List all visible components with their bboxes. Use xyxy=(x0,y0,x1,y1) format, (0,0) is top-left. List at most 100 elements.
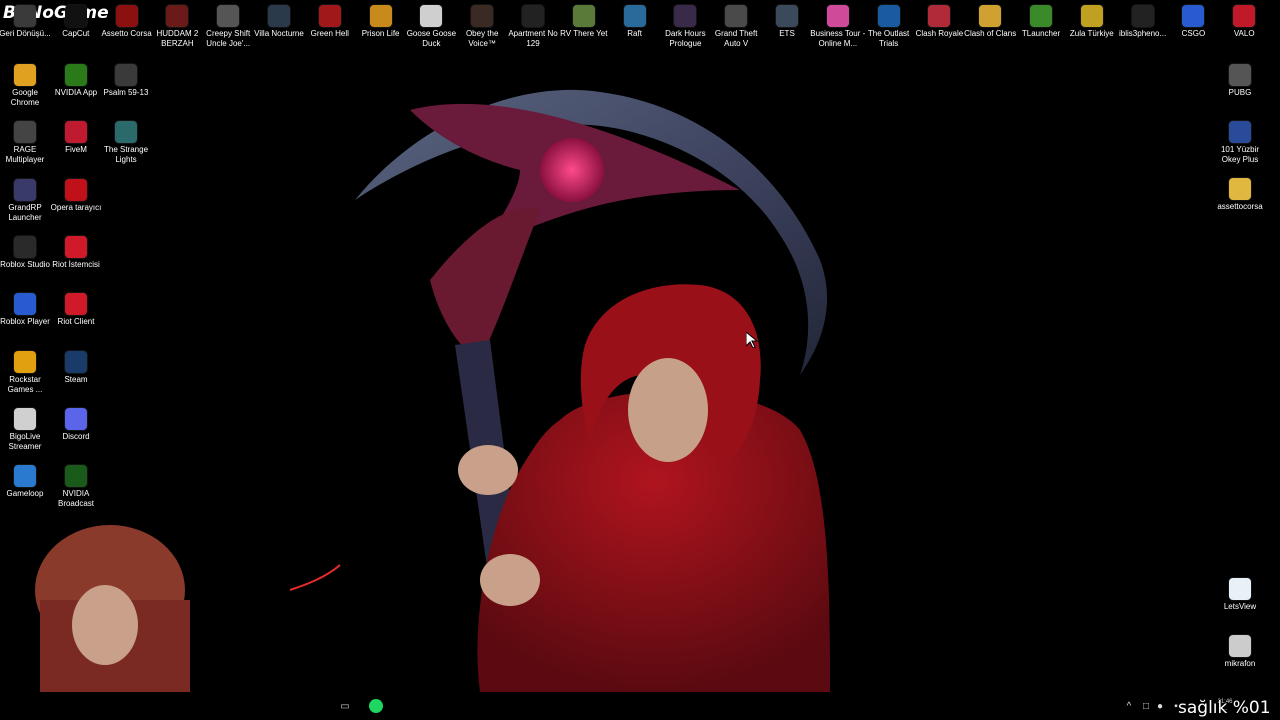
desktop-shortcut-label: Riot İstemcisi xyxy=(52,259,100,269)
opera-icon xyxy=(65,178,87,201)
desktop-shortcut[interactable]: Dark Hours Prologue xyxy=(659,5,711,49)
valorant-icon xyxy=(1233,5,1256,27)
desktop-shortcut-label: RAGE Multiplayer xyxy=(5,145,45,165)
desktop-shortcut[interactable]: PUBG xyxy=(1214,64,1266,98)
desktop-shortcut-label: Google Chrome xyxy=(10,88,40,107)
tray-chevron-up-icon[interactable]: ^ xyxy=(1123,697,1135,715)
desktop-shortcut[interactable]: Riot Client xyxy=(50,293,102,327)
nvidia-broadcast-icon xyxy=(65,465,87,488)
desktop-shortcut-label: Obey the Voice™ xyxy=(465,29,499,48)
desktop-shortcut-label: Goose Goose Duck xyxy=(406,29,457,48)
desktop-shortcut-label: Dark Hours Prologue xyxy=(665,29,706,48)
desktop-shortcut[interactable]: Roblox Studio xyxy=(0,235,51,270)
desktop-shortcut[interactable]: TLauncher xyxy=(1015,5,1067,39)
desktop-shortcut[interactable]: Business Tour - Online M... xyxy=(810,5,865,49)
desktop-shortcut-label: Raft xyxy=(627,29,642,38)
desktop-shortcut[interactable]: The Strange Lights xyxy=(100,121,152,165)
desktop-shortcut-label: NVIDIA App xyxy=(54,88,98,97)
desktop-shortcut[interactable]: CapCut xyxy=(50,5,102,39)
desktop-shortcut[interactable]: Raft xyxy=(609,5,661,39)
taskbar-app-terminal[interactable]: ▭ xyxy=(338,697,352,715)
folder-icon xyxy=(1229,178,1251,200)
grandrp-icon xyxy=(14,178,36,201)
desktop-shortcut[interactable]: Gameloop xyxy=(0,465,51,499)
taskbar-app-spotify[interactable] xyxy=(367,697,385,715)
desktop-shortcut[interactable]: Villa Nocturne xyxy=(253,5,305,39)
tlauncher-icon xyxy=(1030,5,1052,27)
desktop-shortcut-label: TLauncher xyxy=(1021,29,1061,38)
zula-icon xyxy=(1080,5,1103,27)
mouse-cursor-icon xyxy=(746,332,758,348)
bigolive-icon xyxy=(14,407,36,430)
tray-microphone-icon[interactable]: ● xyxy=(1155,697,1165,715)
fivem-icon xyxy=(65,121,87,144)
desktop-shortcut[interactable]: BigoLive Streamer xyxy=(0,407,51,452)
desktop-shortcut-label: NVIDIA Broadcast xyxy=(57,489,95,509)
desktop-shortcut[interactable]: Clash of Clans xyxy=(964,5,1016,39)
scythe-neck xyxy=(430,208,540,360)
desktop-shortcut[interactable]: FiveM xyxy=(50,121,102,155)
prison-life-icon xyxy=(369,5,392,27)
desktop-shortcut[interactable]: HUDDAM 2 BERZAH xyxy=(151,5,203,49)
person-face xyxy=(628,358,708,462)
desktop-shortcut-label: Rockstar Games ... xyxy=(7,374,43,394)
desktop-shortcut[interactable]: Psalm 59-13 xyxy=(100,64,152,98)
desktop-shortcut[interactable]: The Outlast Trials xyxy=(863,5,915,49)
riot-client-icon xyxy=(65,293,87,316)
huddam-icon xyxy=(166,5,189,27)
desktop-shortcut-label: CSGO xyxy=(1181,29,1206,38)
desktop-shortcut[interactable]: Prison Life xyxy=(355,5,407,39)
desktop-shortcut[interactable]: 101 Yüzbir Okey Plus xyxy=(1214,121,1266,165)
psalm-icon xyxy=(115,64,137,86)
desktop-shortcut-label: Discord xyxy=(62,431,90,441)
desktop-shortcut-label: Opera tarayıcı xyxy=(50,202,102,212)
desktop-shortcut-label: GrandRP Launcher xyxy=(8,202,42,222)
desktop-shortcut[interactable]: mikrafon xyxy=(1214,635,1266,669)
desktop-shortcut[interactable]: Creepy Shift Uncle Joe'... xyxy=(202,5,254,49)
desktop-wallpaper xyxy=(35,89,830,692)
desktop-shortcut[interactable]: RAGE Multiplayer xyxy=(0,121,51,165)
desktop-shortcut-label: Green Hell xyxy=(310,29,349,38)
desktop-shortcut[interactable]: Zula Türkiye xyxy=(1066,5,1118,39)
steam-icon xyxy=(65,350,87,373)
desktop-shortcut[interactable]: Rockstar Games ... xyxy=(0,350,51,395)
rockstar-icon xyxy=(14,350,36,373)
desktop-shortcut[interactable]: Discord xyxy=(50,407,102,442)
desktop-shortcut-label: mikrafon xyxy=(1224,659,1256,668)
desktop-shortcut[interactable]: Geri Dönüşü... xyxy=(0,5,51,39)
desktop-shortcut[interactable]: Riot İstemcisi xyxy=(50,235,102,270)
desktop-shortcut[interactable]: Google Chrome xyxy=(0,64,51,108)
desktop-shortcut[interactable]: CSGO xyxy=(1167,5,1219,39)
desktop-shortcut-label: LetsView xyxy=(1223,602,1257,611)
desktop-shortcut[interactable]: NVIDIA Broadcast xyxy=(50,465,102,509)
villa-nocturne-icon xyxy=(268,5,290,27)
desktop-shortcut[interactable]: Opera tarayıcı xyxy=(50,178,102,213)
desktop-shortcut[interactable]: LetsView xyxy=(1214,578,1266,612)
desktop-shortcut[interactable]: Apartment No 129 xyxy=(507,5,559,49)
csgo-icon xyxy=(1182,5,1205,27)
desktop-shortcut[interactable]: ETS xyxy=(761,5,813,39)
desktop-shortcut[interactable]: Green Hell xyxy=(304,5,356,39)
desktop-shortcut[interactable]: Grand Theft Auto V xyxy=(710,5,762,49)
desktop-shortcut[interactable]: Clash Royale xyxy=(913,5,965,39)
desktop-shortcut[interactable]: GrandRP Launcher xyxy=(0,178,51,223)
desktop-shortcut[interactable]: VALO xyxy=(1218,5,1270,39)
desktop-shortcut[interactable]: Obey the Voice™ xyxy=(456,5,508,49)
goose-duck-icon xyxy=(420,5,443,27)
desktop-shortcut-label: BigoLive Streamer xyxy=(8,431,42,451)
desktop-shortcut[interactable]: iblis3pheno... xyxy=(1117,5,1169,39)
desktop-shortcut[interactable]: Goose Goose Duck xyxy=(405,5,457,49)
desktop-shortcut[interactable]: Assetto Corsa xyxy=(101,5,153,39)
desktop-shortcut[interactable]: NVIDIA App xyxy=(50,64,102,98)
desktop-shortcut[interactable]: Steam xyxy=(50,350,102,385)
desktop-shortcut-label: PUBG xyxy=(1228,88,1252,97)
hand-upper xyxy=(458,445,518,495)
scythe-gem xyxy=(540,138,604,202)
tray-display-icon[interactable]: □ xyxy=(1140,697,1152,715)
desktop-shortcut[interactable]: Roblox Player xyxy=(0,293,51,327)
desktop-shortcut[interactable]: assettocorsa xyxy=(1214,178,1266,212)
desktop-shortcut[interactable]: RV There Yet xyxy=(558,5,610,39)
desktop-shortcut-label: 101 Yüzbir Okey Plus xyxy=(1220,145,1260,164)
desktop-shortcut-label: Zula Türkiye xyxy=(1069,29,1114,38)
health-overlay-text: sağlık %01 xyxy=(1178,698,1271,718)
